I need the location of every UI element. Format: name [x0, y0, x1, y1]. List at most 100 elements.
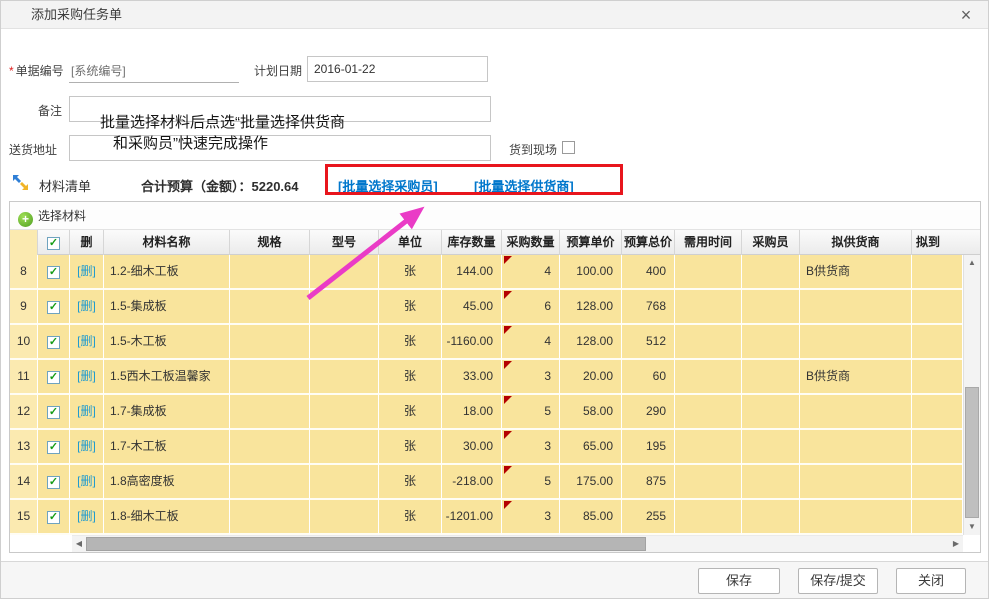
- delete-link[interactable]: [删]: [77, 264, 96, 278]
- cell-material-name: 1.7-集成板: [104, 395, 230, 430]
- scroll-right-icon[interactable]: ▶: [949, 536, 963, 552]
- cell-spec: [230, 465, 310, 500]
- scroll-down-icon[interactable]: ▼: [964, 519, 980, 535]
- cell-stock: -218.00: [442, 465, 502, 500]
- cell-checkbox[interactable]: ✓: [38, 360, 70, 395]
- cell-supplier: [800, 430, 912, 465]
- title-bar: 添加采购任务单 ×: [1, 1, 988, 29]
- cell-spec: [230, 500, 310, 535]
- cell-price: 58.00: [560, 395, 622, 430]
- cell-model: [310, 395, 379, 430]
- cell-checkbox[interactable]: ✓: [38, 395, 70, 430]
- cell-total: 768: [622, 290, 675, 325]
- cell-buyer: [742, 395, 800, 430]
- add-purchase-task-dialog: 添加采购任务单 × *单据编号 计划日期 备注 送货地址 货到现场 批量选择材料…: [0, 0, 989, 599]
- cell-spec: [230, 255, 310, 290]
- cell-total: 195: [622, 430, 675, 465]
- edited-corner-icon: [504, 361, 512, 369]
- select-material-button[interactable]: +选择材料: [18, 207, 86, 225]
- cell-total: 255: [622, 500, 675, 535]
- header-rownum: [10, 230, 38, 255]
- cell-model: [310, 325, 379, 360]
- cell-unit: 张: [379, 325, 442, 360]
- header-qty: 采购数量: [502, 230, 560, 255]
- cell-supplier: [800, 325, 912, 360]
- batch-select-buyer-link[interactable]: [批量选择采购员]: [338, 176, 438, 195]
- cell-supplier: [800, 290, 912, 325]
- delete-link[interactable]: [删]: [77, 369, 96, 383]
- cell-need-time: [675, 500, 742, 535]
- horizontal-scroll-thumb[interactable]: [86, 537, 646, 551]
- cell-arrive: [912, 430, 962, 465]
- cell-qty[interactable]: 6: [502, 290, 560, 325]
- close-icon[interactable]: ×: [954, 3, 978, 27]
- cell-checkbox[interactable]: ✓: [38, 325, 70, 360]
- cell-supplier: B供货商: [800, 360, 912, 395]
- edited-corner-icon: [504, 326, 512, 334]
- cell-checkbox[interactable]: ✓: [38, 255, 70, 290]
- cell-qty[interactable]: 4: [502, 325, 560, 360]
- row-checkbox-icon: ✓: [47, 336, 60, 349]
- cell-material-name: 1.5西木工板温馨家: [104, 360, 230, 395]
- cell-material-name: 1.8-细木工板: [104, 500, 230, 535]
- close-button[interactable]: 关闭: [896, 568, 966, 594]
- cell-spec: [230, 360, 310, 395]
- cell-buyer: [742, 325, 800, 360]
- cell-unit: 张: [379, 290, 442, 325]
- cell-qty[interactable]: 5: [502, 395, 560, 430]
- doc-no-input[interactable]: [69, 59, 239, 83]
- cell-qty[interactable]: 4: [502, 255, 560, 290]
- horizontal-scrollbar[interactable]: ◀ ▶: [10, 535, 980, 552]
- vertical-scrollbar[interactable]: ▲ ▼: [963, 255, 980, 535]
- table-row: 8✓[删]1.2-细木工板张144.004100.00400B供货商: [10, 255, 963, 290]
- horizontal-scroll-track[interactable]: ◀ ▶: [72, 535, 963, 552]
- cell-qty[interactable]: 3: [502, 430, 560, 465]
- cell-stock: 33.00: [442, 360, 502, 395]
- grid-header: ✓ 删 材料名称 规格 型号 单位 库存数量 采购数量 预算单价 预算总价 需用…: [10, 230, 980, 255]
- cell-arrive: [912, 465, 962, 500]
- cell-qty[interactable]: 3: [502, 360, 560, 395]
- remark-label: 备注: [38, 102, 62, 119]
- cell-checkbox[interactable]: ✓: [38, 290, 70, 325]
- cell-material-name: 1.5-集成板: [104, 290, 230, 325]
- cell-price: 85.00: [560, 500, 622, 535]
- cell-material-name: 1.5-木工板: [104, 325, 230, 360]
- cell-total: 290: [622, 395, 675, 430]
- row-checkbox-icon: ✓: [47, 406, 60, 419]
- cell-rownum: 11: [10, 360, 38, 395]
- delete-link[interactable]: [删]: [77, 334, 96, 348]
- on-site-checkbox[interactable]: [562, 141, 575, 154]
- cell-spec: [230, 430, 310, 465]
- header-need-time: 需用时间: [675, 230, 742, 255]
- cell-delete: [删]: [70, 325, 104, 360]
- delete-link[interactable]: [删]: [77, 299, 96, 313]
- cell-checkbox[interactable]: ✓: [38, 430, 70, 465]
- header-checkbox[interactable]: ✓: [38, 230, 70, 255]
- scroll-up-icon[interactable]: ▲: [964, 255, 980, 271]
- delete-link[interactable]: [删]: [77, 404, 96, 418]
- cell-total: 875: [622, 465, 675, 500]
- scroll-left-icon[interactable]: ◀: [72, 536, 86, 552]
- cell-delete: [删]: [70, 430, 104, 465]
- cell-checkbox[interactable]: ✓: [38, 500, 70, 535]
- cell-delete: [删]: [70, 290, 104, 325]
- cell-material-name: 1.7-木工板: [104, 430, 230, 465]
- save-button[interactable]: 保存: [698, 568, 780, 594]
- plan-date-input[interactable]: [307, 56, 488, 82]
- delete-link[interactable]: [删]: [77, 474, 96, 488]
- vertical-scroll-thumb[interactable]: [965, 387, 979, 518]
- delete-link[interactable]: [删]: [77, 439, 96, 453]
- header-arrive: 拟到: [912, 230, 979, 255]
- cell-checkbox[interactable]: ✓: [38, 465, 70, 500]
- cell-qty[interactable]: 5: [502, 465, 560, 500]
- cell-qty[interactable]: 3: [502, 500, 560, 535]
- batch-select-supplier-link[interactable]: [批量选择供货商]: [474, 176, 574, 195]
- doc-no-label: *单据编号: [9, 62, 64, 79]
- save-submit-button[interactable]: 保存/提交: [798, 568, 878, 594]
- delete-link[interactable]: [删]: [77, 509, 96, 523]
- cell-buyer: [742, 500, 800, 535]
- grid-toolbar: +选择材料: [10, 202, 980, 230]
- budget-total: 合计预算（金额）：5220.64: [141, 176, 299, 195]
- cell-model: [310, 360, 379, 395]
- row-checkbox-icon: ✓: [47, 266, 60, 279]
